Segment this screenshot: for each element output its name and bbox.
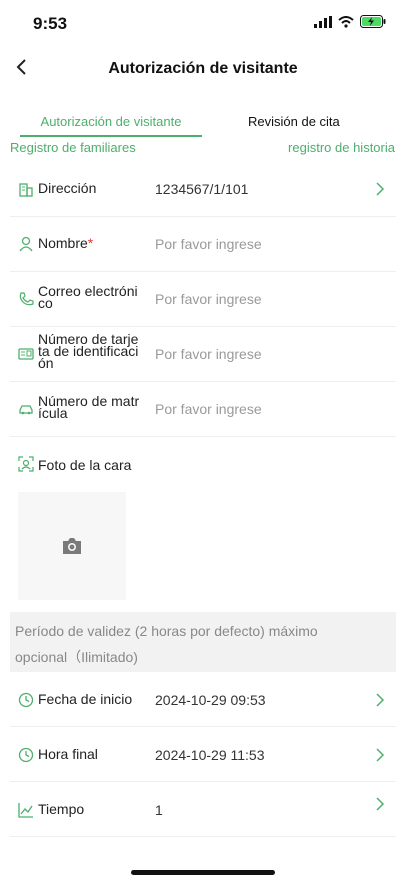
building-icon: [19, 183, 33, 197]
status-time: 9:53: [33, 14, 68, 33]
chevron-right-icon[interactable]: [374, 748, 386, 762]
status-icons: [314, 15, 386, 28]
required-mark: *: [87, 235, 94, 251]
email-row: Correo electróni co Por favor ingrese: [10, 272, 396, 327]
validity-line1: Período de validez (2 horas por defecto)…: [15, 623, 318, 639]
clock-icon: [18, 747, 34, 763]
clock-icon: [18, 692, 34, 708]
face-photo-label: Foto de la cara: [38, 457, 132, 473]
id-card-row: Número de tarje ta de identificaci ón Po…: [10, 327, 396, 382]
battery-icon: [360, 15, 386, 28]
camera-icon: [63, 538, 81, 554]
name-label: Nombre*: [38, 235, 148, 251]
id-card-icon: [18, 348, 34, 360]
start-date-row[interactable]: Fecha de inicio 2024-10-29 09:53: [10, 672, 396, 727]
tab-bar: Autorización de visitante Revisión de ci…: [20, 114, 396, 138]
phone-icon: [19, 292, 34, 306]
face-photo-upload[interactable]: [18, 492, 126, 600]
id-card-label: Número de tarje ta de identificaci ón: [38, 332, 148, 370]
page-title: Autorización de visitante: [108, 60, 298, 77]
end-time-row[interactable]: Hora final 2024-10-29 11:53: [10, 727, 396, 782]
start-date-label: Fecha de inicio: [38, 691, 133, 707]
start-date-value: 2024-10-29 09:53: [155, 692, 266, 708]
signal-icon: [314, 15, 332, 28]
validity-line2: opcional（Ilimitado): [15, 649, 138, 665]
address-row[interactable]: Dirección 1234567/1/101: [10, 162, 396, 217]
duration-label: Tiempo: [38, 801, 85, 817]
trend-icon: [18, 803, 33, 818]
home-indicator: [131, 870, 275, 875]
plate-row: Número de matr ícula Por favor ingrese: [10, 382, 396, 437]
id-card-label-line2: ta de identificaci: [38, 343, 139, 359]
chevron-right-icon[interactable]: [374, 797, 386, 811]
end-time-value: 2024-10-29 11:53: [155, 747, 265, 763]
email-label: Correo electróni co: [38, 283, 148, 310]
car-icon: [19, 405, 33, 415]
tab-appointment-review[interactable]: Revisión de cita: [248, 114, 340, 129]
name-label-text: Nombre: [38, 235, 88, 251]
email-label-line1: Correo electróni: [38, 283, 138, 299]
name-input[interactable]: Por favor ingrese: [155, 236, 262, 252]
validity-text: Período de validez (2 horas por defecto)…: [15, 618, 385, 670]
nav-bar: Autorización de visitante: [0, 48, 406, 94]
chevron-right-icon[interactable]: [374, 182, 386, 196]
plate-input[interactable]: Por favor ingrese: [155, 401, 262, 417]
address-value: 1234567/1/101: [155, 181, 249, 197]
duration-value[interactable]: 1: [155, 802, 163, 818]
email-input[interactable]: Por favor ingrese: [155, 291, 262, 307]
face-scan-icon: [18, 456, 34, 472]
status-bar: 9:53: [0, 0, 406, 48]
name-row: Nombre* Por favor ingrese: [10, 217, 396, 272]
end-time-label: Hora final: [38, 746, 98, 762]
validity-notice: Período de validez (2 horas por defecto)…: [10, 612, 396, 672]
address-label: Dirección: [38, 180, 97, 196]
plate-label: Número de matr ícula: [38, 394, 148, 420]
person-icon: [19, 236, 33, 252]
duration-row[interactable]: Tiempo 1: [10, 782, 396, 837]
id-card-input[interactable]: Por favor ingrese: [155, 346, 262, 362]
tab-visitor-authorization[interactable]: Autorización de visitante: [20, 114, 202, 137]
history-records-link[interactable]: registro de historia: [288, 140, 395, 155]
chevron-right-icon[interactable]: [374, 693, 386, 707]
family-records-link[interactable]: Registro de familiares: [10, 140, 136, 155]
wifi-icon: [338, 15, 354, 28]
